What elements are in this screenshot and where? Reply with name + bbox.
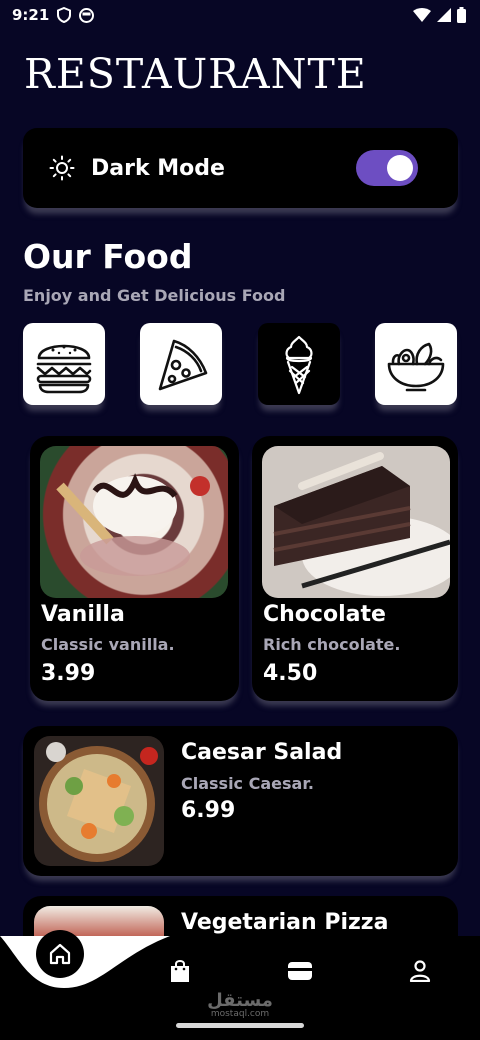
section-subtitle: Enjoy and Get Delicious Food [23, 286, 286, 305]
ice-cream-icon [285, 335, 313, 395]
vanilla-dessert-image [56, 473, 210, 576]
status-right [413, 7, 466, 23]
status-bar: 9:21 [0, 0, 480, 30]
watermark-domain: mostaql.com [210, 1009, 270, 1019]
dark-mode-label: Dark Mode [91, 155, 225, 181]
food-name: Chocolate [263, 602, 386, 627]
food-card-chocolate[interactable]: Chocolate Rich chocolate. 4.50 [252, 436, 458, 701]
salad-photo-image [39, 742, 158, 862]
status-left: 9:21 [12, 6, 95, 24]
home-icon [49, 943, 71, 965]
person-icon [409, 960, 431, 982]
category-pizza[interactable] [140, 323, 222, 405]
nav-home[interactable] [36, 930, 84, 978]
watermark-arabic: مستقل [207, 990, 273, 1011]
food-name: Caesar Salad [181, 740, 343, 765]
food-description: Classic Caesar. [181, 774, 315, 793]
burger-icon [36, 344, 92, 394]
chocolate-cake-image [273, 452, 450, 596]
food-price: 3.99 [41, 661, 96, 686]
dark-mode-card: Dark Mode [23, 128, 458, 208]
food-price: 6.99 [181, 798, 236, 823]
wallet-icon [288, 962, 312, 980]
salad-bowl-icon [387, 342, 445, 392]
food-description: Rich chocolate. [263, 635, 401, 654]
food-card-vanilla[interactable]: Vanilla Classic vanilla. 3.99 [30, 436, 239, 701]
vanilla-image [40, 446, 228, 598]
nav-profile[interactable] [400, 954, 440, 988]
sun-icon [49, 155, 75, 181]
caesar-salad-image [34, 736, 164, 866]
list-item-caesar-salad[interactable]: Caesar Salad Classic Caesar. 6.99 [23, 726, 458, 876]
app-title: RESTAURANTE [24, 50, 367, 98]
watermark: مستقل mostaql.com [0, 990, 480, 1019]
dark-mode-toggle[interactable] [356, 150, 418, 186]
battery-icon [457, 7, 466, 23]
category-burger[interactable] [23, 323, 105, 405]
wifi-icon [413, 8, 431, 22]
food-price: 4.50 [263, 661, 318, 686]
nav-cart[interactable] [160, 954, 200, 988]
food-description: Classic vanilla. [41, 635, 175, 654]
nav-wallet[interactable] [280, 954, 320, 988]
media-icon [79, 7, 95, 23]
food-name: Vanilla [41, 602, 125, 627]
signal-icon [437, 8, 451, 22]
food-name: Vegetarian Pizza [181, 910, 389, 935]
status-time: 9:21 [12, 6, 50, 24]
shield-icon [57, 7, 72, 23]
toggle-knob [387, 155, 413, 181]
home-indicator[interactable] [176, 1023, 304, 1028]
category-salad[interactable] [375, 323, 457, 405]
category-ice-cream[interactable] [258, 323, 340, 405]
shopping-bag-icon [171, 960, 189, 982]
pizza-icon [158, 339, 208, 391]
section-title: Our Food [23, 237, 193, 276]
chocolate-image [262, 446, 450, 598]
nav-curve-shape [0, 936, 170, 988]
